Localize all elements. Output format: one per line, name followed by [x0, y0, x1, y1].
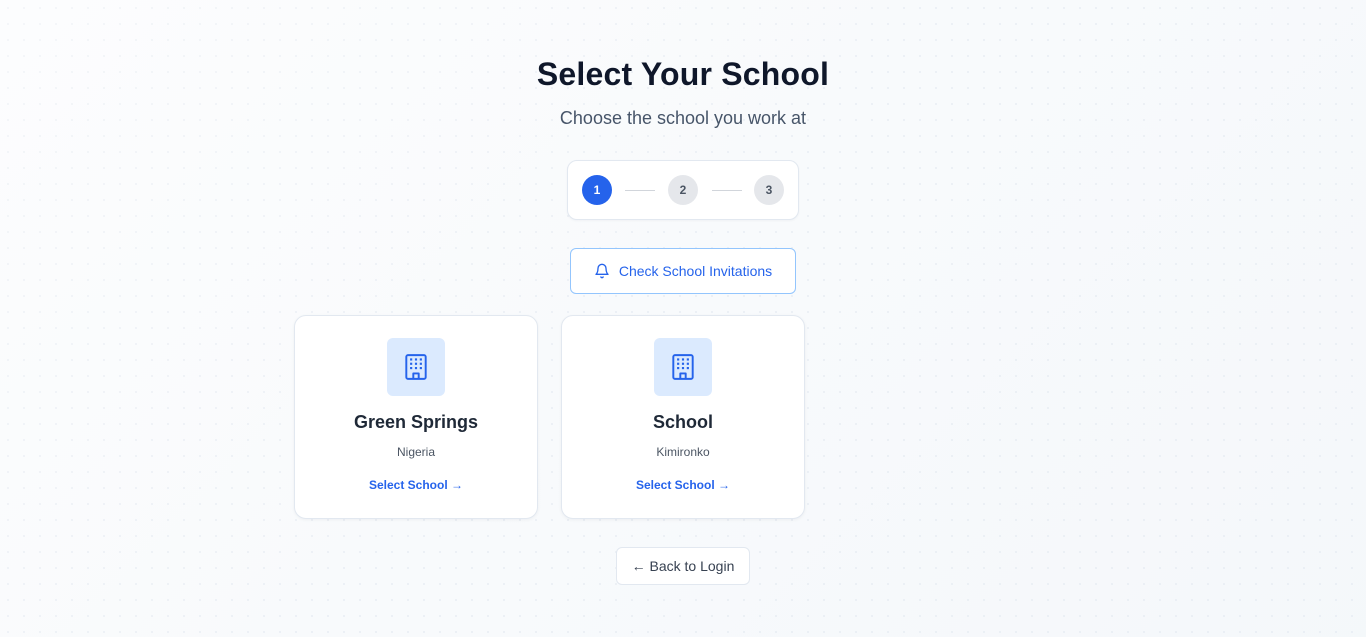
page-title: Select Your School [536, 56, 830, 92]
check-invitations-button[interactable]: Check School Invitations [570, 248, 796, 294]
back-to-login-button[interactable]: ← Back to Login [616, 547, 750, 585]
school-location: Kimironko [656, 445, 710, 459]
school-name: School [652, 412, 713, 432]
school-name: Green Springs [353, 412, 479, 432]
school-location: Nigeria [396, 445, 435, 459]
step-connector [712, 190, 742, 191]
progress-stepper: 1 2 3 [567, 160, 799, 220]
select-school-link[interactable]: Select School → [295, 478, 537, 492]
select-school-link[interactable]: Select School → [562, 478, 804, 492]
school-card-green-springs[interactable]: Green Springs Nigeria Select School → [294, 315, 538, 519]
bell-icon [594, 263, 610, 279]
step-1: 1 [582, 175, 612, 205]
step-2: 2 [668, 175, 698, 205]
step-connector [625, 190, 655, 191]
school-card-school[interactable]: School Kimironko Select School → [561, 315, 805, 519]
building-icon [654, 338, 712, 396]
check-invitations-label: Check School Invitations [618, 263, 773, 279]
page-subtitle: Choose the school you work at [559, 108, 807, 128]
school-selection-page: Select Your School Choose the school you… [0, 0, 1366, 637]
step-3: 3 [754, 175, 784, 205]
building-icon [387, 338, 445, 396]
